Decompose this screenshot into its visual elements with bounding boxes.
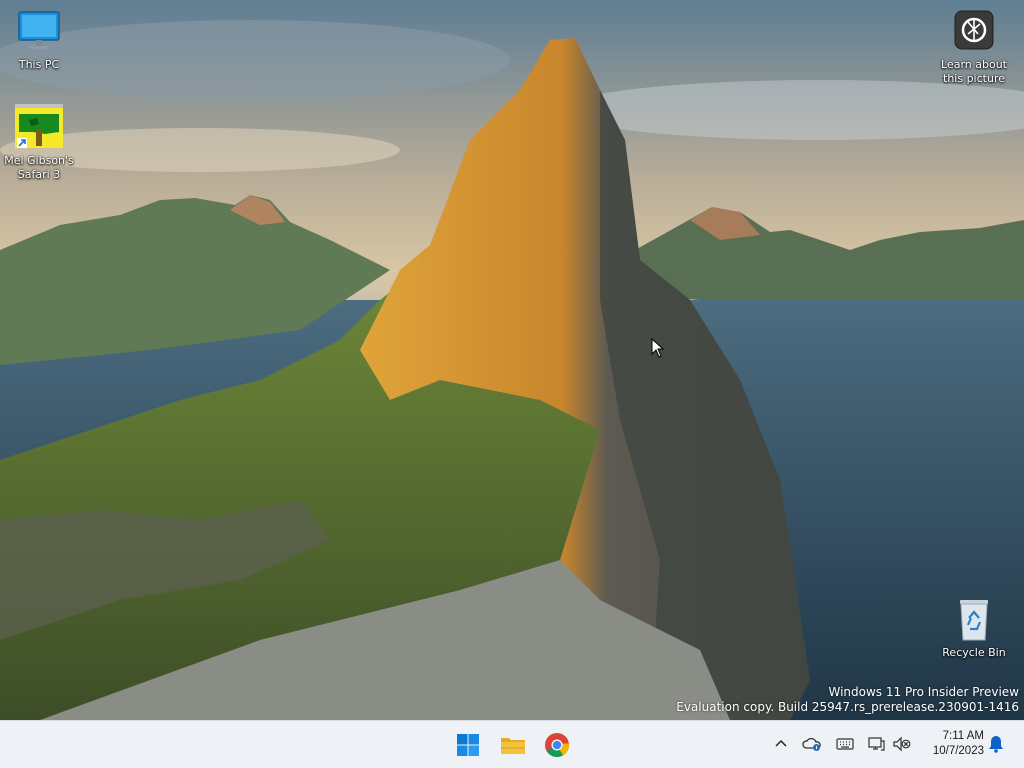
recycle-bin-desktop-icon[interactable]: Recycle Bin: [938, 596, 1010, 660]
watermark-build: Evaluation copy. Build 25947.rs_prerelea…: [676, 700, 1019, 714]
file-explorer-button[interactable]: [495, 727, 531, 763]
clock-date: 10/7/2023: [932, 745, 984, 757]
volume-tray-button[interactable]: [891, 733, 913, 755]
camera-lens-icon: [950, 8, 998, 56]
monitor-icon: [15, 8, 63, 56]
taskbar-clock[interactable]: 7:11 AM 10/7/2023: [918, 729, 984, 759]
safari-label: Mel Gibson's Safari 3: [4, 154, 74, 181]
this-pc-label: This PC: [18, 58, 60, 71]
start-button[interactable]: [450, 727, 486, 763]
learn-label: Learn about this picture: [941, 58, 1007, 85]
recycle-bin-label: Recycle Bin: [942, 646, 1006, 659]
safari-game-icon: [15, 104, 63, 152]
desktop[interactable]: This PC Mel Gibson's Safari 3 Learn abou…: [0, 0, 1024, 720]
notification-center-button[interactable]: [985, 733, 1007, 755]
network-tray-button[interactable]: [865, 733, 887, 755]
taskbar[interactable]: 7:11 AM 10/7/2023: [0, 720, 1024, 768]
chrome-icon: [545, 733, 569, 758]
clock-time: 7:11 AM: [942, 730, 984, 742]
wallpaper: [0, 0, 1024, 720]
mouse-pointer-icon: [651, 338, 665, 358]
watermark-edition: Windows 11 Pro Insider Preview: [828, 685, 1019, 699]
learn-about-picture-desktop-icon[interactable]: Learn about this picture: [938, 8, 1010, 86]
windows-logo-icon: [457, 734, 479, 756]
show-hidden-icons-button[interactable]: [770, 733, 792, 755]
evaluation-watermark: Windows 11 Pro Insider Preview Evaluatio…: [676, 685, 1019, 715]
folder-icon: [501, 738, 525, 754]
touch-keyboard-button[interactable]: [834, 733, 856, 755]
chrome-button[interactable]: [539, 727, 575, 763]
network-icon: [868, 737, 885, 751]
onedrive-tray-button[interactable]: [801, 733, 823, 755]
mel-gibsons-safari-desktop-icon[interactable]: Mel Gibson's Safari 3: [3, 104, 75, 182]
recycle-bin-icon: [950, 596, 998, 644]
volume-muted-icon: [893, 736, 911, 752]
notification-bell-icon: [989, 736, 1003, 753]
this-pc-desktop-icon[interactable]: This PC: [3, 8, 75, 72]
onedrive-icon: [802, 737, 821, 751]
chevron-up-icon: [775, 739, 787, 747]
keyboard-icon: [836, 738, 854, 750]
